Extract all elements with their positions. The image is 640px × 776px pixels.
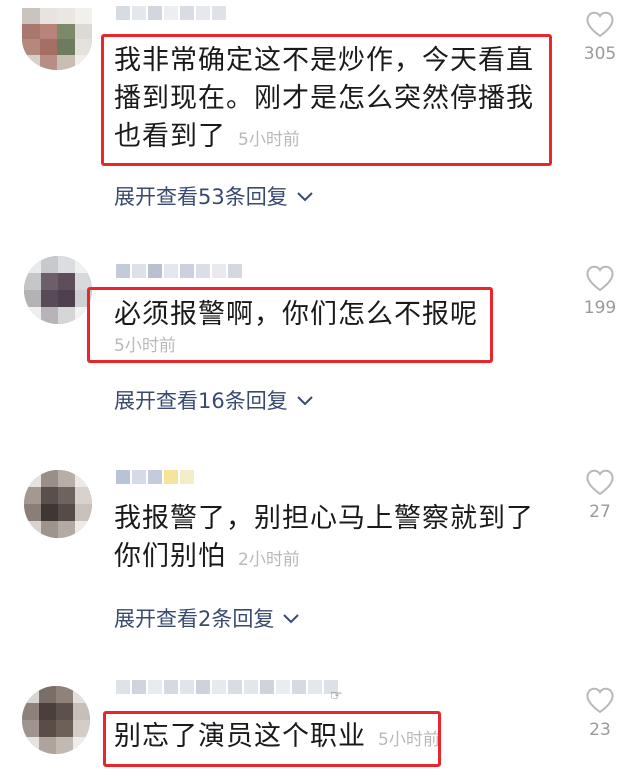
- expand-replies-button[interactable]: 展开查看53条回复: [114, 182, 314, 212]
- comment-text: 我报警了，别担心马上警察就到了 你们别怕 2小时前: [114, 503, 534, 572]
- username-blurred[interactable]: [116, 6, 226, 20]
- avatar[interactable]: [22, 686, 90, 754]
- expand-replies-button[interactable]: 展开查看2条回复: [114, 604, 300, 634]
- highlight-box: [103, 711, 441, 767]
- like-count: 199: [583, 298, 617, 318]
- chevron-down-icon: [297, 396, 313, 406]
- heart-outline-icon: [586, 265, 614, 292]
- like-button[interactable]: 305: [578, 10, 622, 64]
- username-blurred[interactable]: [116, 264, 242, 278]
- username-blurred[interactable]: [116, 470, 194, 484]
- avatar[interactable]: [24, 470, 92, 538]
- like-button[interactable]: 27: [578, 468, 622, 522]
- like-count: 23: [589, 720, 611, 740]
- avatar[interactable]: [24, 256, 92, 324]
- avatar[interactable]: [22, 8, 92, 70]
- heart-outline-icon: [586, 11, 614, 38]
- pointing-hand-icon: ☞: [330, 688, 343, 704]
- chevron-down-icon: [283, 614, 300, 624]
- highlight-box: [101, 34, 552, 166]
- like-count: 305: [583, 44, 617, 64]
- highlight-box: [87, 287, 493, 363]
- heart-outline-icon: [586, 687, 614, 714]
- like-button[interactable]: 199: [578, 264, 622, 318]
- comment-timestamp: 2小时前: [238, 550, 300, 570]
- chevron-down-icon: [297, 192, 313, 202]
- heart-outline-icon: [586, 469, 614, 496]
- like-button[interactable]: 23: [578, 686, 622, 740]
- like-count: 27: [589, 502, 611, 522]
- username-blurred[interactable]: [116, 680, 338, 694]
- expand-replies-button[interactable]: 展开查看16条回复: [114, 386, 314, 416]
